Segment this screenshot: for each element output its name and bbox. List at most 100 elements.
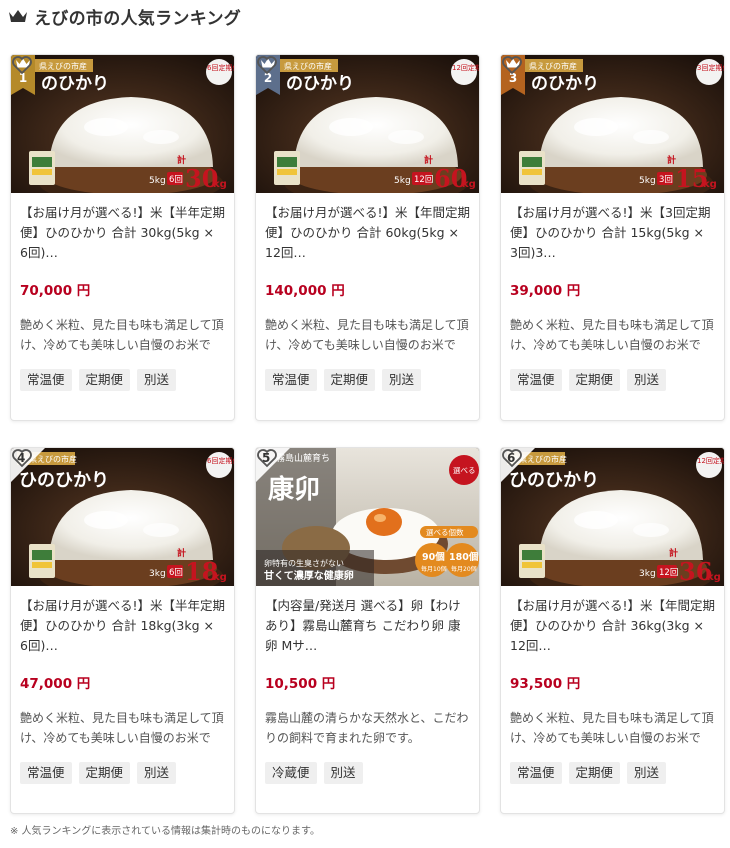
tag-list: 常温便 定期便 別送	[510, 762, 715, 784]
product-card[interactable]: 崎県えびの市産 ひのひかり 3kg 6回 計 18 kg 6回定期便 4 【お届け…	[10, 447, 235, 814]
tag-list: 常温便 定期便 別送	[20, 369, 225, 391]
brand-label: 県えびの市産	[529, 61, 577, 71]
product-name-label: のひかり	[531, 74, 599, 94]
product-thumbnail[interactable]: 崎県えびの市産 ひのひかり 3kg 12回 計 36 kg 12回定期便 6	[501, 448, 725, 586]
times-label: 12回	[414, 175, 433, 185]
product-card[interactable]: 県えびの市産 のひかり 5kg 3回 計 15 kg 3回定期便 3 【お届け月が…	[500, 54, 725, 421]
shipping-tag: 別送	[137, 369, 177, 391]
total-unit: kg	[707, 572, 721, 583]
card-info: 【お届け月が選べる!】米【年間定期便】ひのひかり 合計 60kg(5kg × 1…	[256, 193, 479, 391]
product-price: 39,000 円	[510, 283, 581, 299]
subscription-label: 6回定期便	[207, 456, 235, 465]
product-image-overlay: 県えびの市産 のひかり 5kg 12回 計 60 kg 12回定期便	[280, 59, 480, 193]
favorite-heart-icon[interactable]	[501, 55, 523, 75]
favorite-heart-icon[interactable]	[256, 448, 278, 468]
times-label: 3回	[659, 175, 673, 185]
product-thumbnail[interactable]: 崎県えびの市産 ひのひかり 3kg 6回 計 18 kg 6回定期便 4	[11, 448, 235, 586]
shipping-tag: 常温便	[510, 762, 562, 784]
footnote: ※ 人気ランキングに表示されている情報は集計時のものになります。	[10, 826, 320, 837]
favorite-heart-icon[interactable]	[11, 55, 33, 75]
product-price: 47,000 円	[20, 676, 91, 692]
product-price: 10,500 円	[265, 676, 336, 692]
product-card[interactable]: 県えびの市産 のひかり 5kg 12回 計 60 kg 12回定期便 2 【お届け…	[255, 54, 480, 421]
product-card[interactable]: 崎県えびの市産 ひのひかり 3kg 12回 計 36 kg 12回定期便 6 【お…	[500, 447, 725, 814]
unit-label: 5kg	[149, 176, 166, 186]
total-unit: kg	[462, 179, 476, 190]
product-card[interactable]: 県えびの市産 のひかり 5kg 6回 計 30 kg 6回定期便 1 【お届け月が…	[10, 54, 235, 421]
opt1b-label: 毎月10個	[421, 565, 447, 573]
unit-label: 5kg	[639, 176, 656, 186]
product-price: 70,000 円	[20, 283, 91, 299]
product-title[interactable]: 【お届け月が選べる!】米【年間定期便】ひのひかり 合計 60kg(5kg × 1…	[265, 203, 470, 263]
product-description: 艶めく米粒、見た目も味も満足して頂け、冷めても美味しい自慢のお米です。	[510, 318, 714, 352]
product-image-overlay: 県えびの市産 のひかり 5kg 6回 計 30 kg 6回定期便	[35, 59, 235, 193]
shipping-tag: 別送	[627, 369, 667, 391]
product-title[interactable]: 【お届け月が選べる!】米【年間定期便】ひのひかり 合計 36kg(3kg × 1…	[510, 596, 715, 656]
product-image-overlay: 県えびの市産 のひかり 5kg 3回 計 15 kg 3回定期便	[525, 59, 725, 193]
shipping-tag: 別送	[137, 762, 177, 784]
brand-label: 県えびの市産	[284, 61, 332, 71]
subscription-label: 12回定期便	[452, 63, 480, 72]
product-thumbnail[interactable]: 県えびの市産 のひかり 5kg 12回 計 60 kg 12回定期便 2	[256, 55, 480, 193]
subscription-label: 12回定期便	[697, 456, 725, 465]
brand-label: 県えびの市産	[39, 61, 87, 71]
subscription-label: 6回定期便	[207, 63, 235, 72]
total-unit: kg	[703, 179, 717, 190]
unit-label: 3kg	[639, 569, 656, 579]
product-title[interactable]: 【内容量/発送月 選べる】卵【わけあり】霧島山麓育ち こだわり卵 康卵 Mサ…	[265, 596, 470, 656]
product-title[interactable]: 【お届け月が選べる!】米【3回定期便】ひのひかり 合計 15kg(5kg × 3…	[510, 203, 715, 263]
product-description: 霧島山麓の清らかな天然水と、こだわりの飼料で育まれた卵です。	[265, 711, 469, 745]
product-price: 140,000 円	[265, 283, 345, 299]
product-thumbnail[interactable]: 県えびの市産 のひかり 5kg 3回 計 15 kg 3回定期便 3	[501, 55, 725, 193]
shipping-tag: 定期便	[78, 762, 131, 784]
shipping-tag: 別送	[382, 369, 422, 391]
shipping-tag: 常温便	[20, 369, 72, 391]
favorite-heart-icon[interactable]	[501, 448, 523, 468]
card-info: 【内容量/発送月 選べる】卵【わけあり】霧島山麓育ち こだわり卵 康卵 Mサ… 1…	[256, 586, 479, 784]
card-info: 【お届け月が選べる!】米【半年定期便】ひのひかり 合計 18kg(3kg × 6…	[11, 586, 234, 784]
shipping-tag: 定期便	[568, 369, 621, 391]
product-thumbnail[interactable]: 霧島山麓育ち 康卯 卵特有の生臭さがない 甘くて濃厚な健康卵 選べる個数 90個…	[256, 448, 479, 586]
shipping-tag: 定期便	[568, 762, 621, 784]
line1-label: 卵特有の生臭さがない	[264, 558, 344, 568]
badge-label: 選べる	[453, 465, 476, 475]
card-info: 【お届け月が選べる!】米【3回定期便】ひのひかり 合計 15kg(5kg × 3…	[501, 193, 724, 391]
tag-list: 常温便 定期便 別送	[510, 369, 715, 391]
shipping-tag: 常温便	[20, 762, 72, 784]
times-label: 12回	[659, 568, 678, 578]
shipping-tag: 別送	[627, 762, 667, 784]
product-name-label: のひかり	[286, 74, 354, 94]
product-title[interactable]: 【お届け月が選べる!】米【半年定期便】ひのひかり 合計 18kg(3kg × 6…	[20, 596, 225, 656]
product-description: 艶めく米粒、見た目も味も満足して頂け、冷めても美味しい自慢のお米です。	[20, 318, 224, 352]
tag-list: 常温便 定期便 別送	[265, 369, 470, 391]
times-label: 6回	[169, 568, 183, 578]
opt1-label: 90個	[422, 551, 445, 563]
opt2-label: 180個	[449, 551, 478, 563]
unit-label: 5kg	[394, 176, 411, 186]
total-prefix: 計	[424, 154, 433, 166]
total-unit: kg	[213, 572, 227, 583]
opt2b-label: 毎月20個	[451, 565, 477, 573]
product-card[interactable]: 霧島山麓育ち 康卯 卵特有の生臭さがない 甘くて濃厚な健康卵 選べる個数 90個…	[255, 447, 480, 814]
crown-icon	[9, 10, 27, 22]
shipping-tag: 別送	[323, 762, 363, 784]
product-thumbnail[interactable]: 県えびの市産 のひかり 5kg 6回 計 30 kg 6回定期便 1	[11, 55, 235, 193]
pick-label: 選べる個数	[426, 527, 464, 537]
tag-list: 冷蔵便 別送	[265, 762, 470, 784]
product-description: 艶めく米粒、見た目も味も満足して頂け、冷めても美味しい自慢のお米です。	[265, 318, 469, 352]
shipping-tag: 定期便	[78, 369, 131, 391]
section-title: えびの市の人気ランキング	[34, 8, 242, 29]
favorite-heart-icon[interactable]	[11, 448, 33, 468]
card-info: 【お届け月が選べる!】米【年間定期便】ひのひかり 合計 36kg(3kg × 1…	[501, 586, 724, 784]
product-description: 艶めく米粒、見た目も味も満足して頂け、冷めても美味しい自慢のお米です。	[20, 711, 224, 745]
product-title[interactable]: 【お届け月が選べる!】米【半年定期便】ひのひかり 合計 30kg(5kg × 6…	[20, 203, 225, 263]
tag-list: 常温便 定期便 別送	[20, 762, 225, 784]
section-header: えびの市の人気ランキング	[8, 4, 242, 29]
shipping-tag: 冷蔵便	[265, 762, 317, 784]
times-label: 6回	[169, 175, 183, 185]
subscription-label: 3回定期便	[697, 63, 725, 72]
favorite-heart-icon[interactable]	[256, 55, 278, 75]
product-price: 93,500 円	[510, 676, 581, 692]
shipping-tag: 常温便	[265, 369, 317, 391]
card-info: 【お届け月が選べる!】米【半年定期便】ひのひかり 合計 30kg(5kg × 6…	[11, 193, 234, 391]
